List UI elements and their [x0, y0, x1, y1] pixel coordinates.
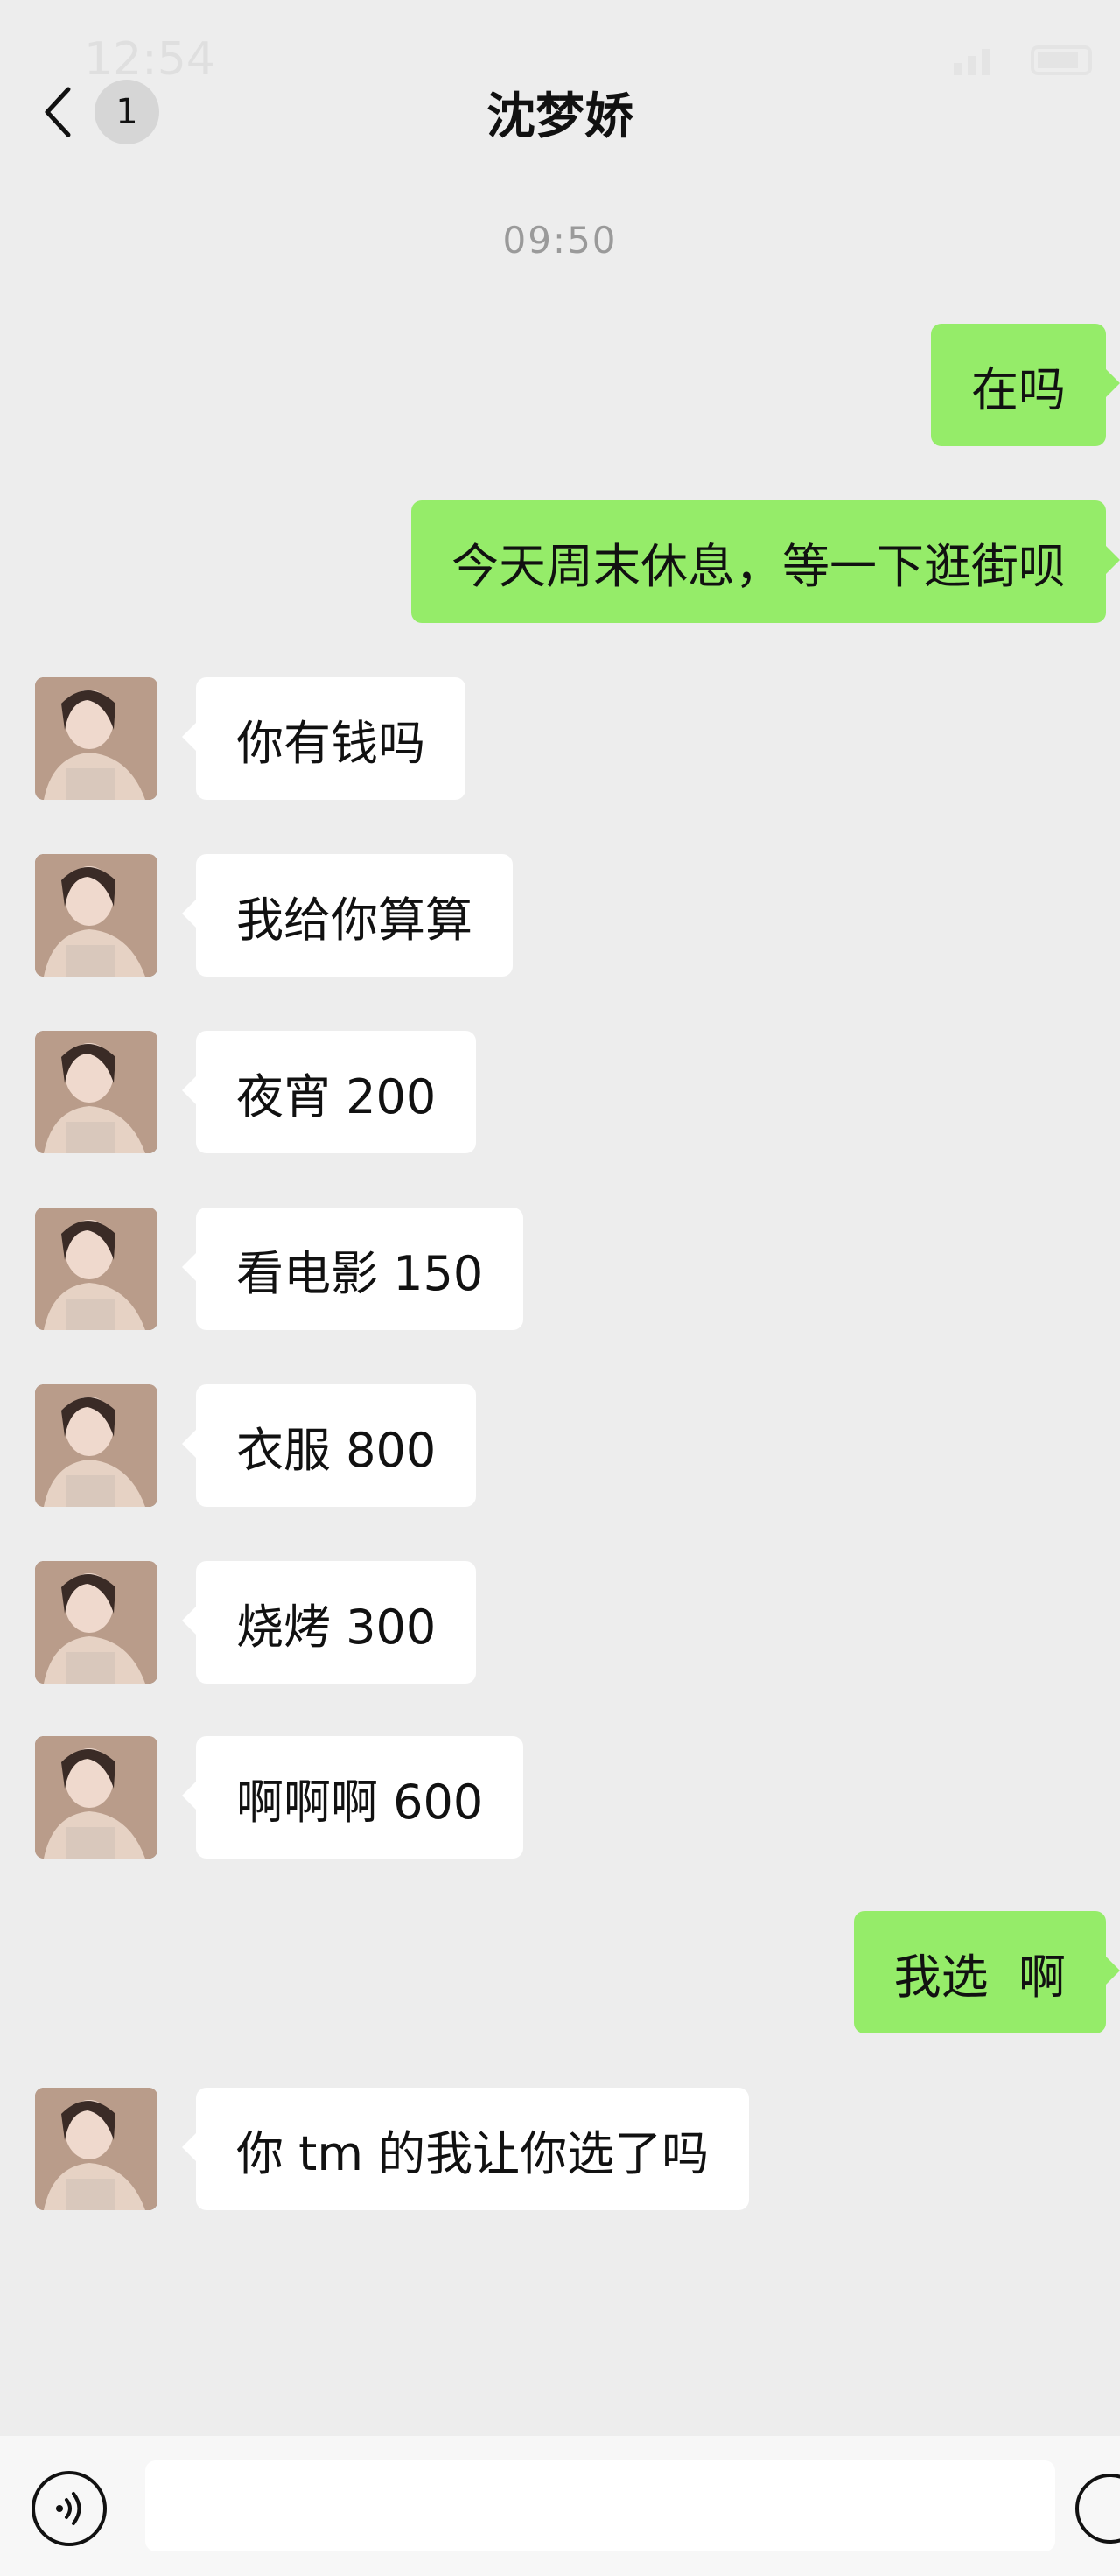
received-message-bubble[interactable]: 烧烤 300 [181, 1561, 477, 1684]
avatar-image [35, 1208, 158, 1330]
message-text: 你 tm 的我让你选了吗 [236, 2125, 710, 2181]
back-button[interactable]: 1 [35, 72, 175, 152]
chat-title: 沈梦娇 [486, 88, 634, 145]
message-text: 我选 啊 [893, 1949, 1066, 2005]
message-text: 今天周末休息，等一下逛街呗 [452, 538, 1066, 594]
emoji-button[interactable] [1073, 2471, 1120, 2546]
contact-avatar[interactable] [35, 677, 158, 800]
contact-avatar[interactable] [35, 1736, 158, 1858]
contact-avatar[interactable] [35, 1561, 158, 1684]
status-icons [954, 46, 1092, 75]
message-input[interactable] [145, 2460, 1055, 2552]
message-text: 在吗 [971, 361, 1066, 417]
contact-avatar[interactable] [35, 1031, 158, 1153]
message-text: 烧烤 300 [236, 1599, 437, 1655]
voice-icon [56, 2492, 81, 2525]
message-timestamp: 09:50 [502, 219, 618, 262]
avatar-image [35, 677, 158, 800]
sent-message-bubble[interactable]: 在吗 [931, 324, 1120, 446]
received-message-bubble[interactable]: 啊啊啊 600 [181, 1736, 524, 1858]
received-message-bubble[interactable]: 夜宵 200 [181, 1031, 477, 1153]
message-text: 我给你算算 [236, 892, 472, 948]
received-message-bubble[interactable]: 我给你算算 [182, 854, 513, 976]
message-text: 夜宵 200 [236, 1068, 437, 1124]
avatar-image [35, 1736, 158, 1858]
received-message-bubble[interactable]: 看电影 150 [181, 1208, 524, 1330]
message-text: 衣服 800 [236, 1422, 437, 1478]
contact-avatar[interactable] [35, 1384, 158, 1507]
received-message-bubble[interactable]: 衣服 800 [181, 1384, 477, 1507]
sent-message-bubble[interactable]: 今天周末休息，等一下逛街呗 [411, 500, 1120, 623]
chat-header: 12:54 1 沈梦娇 [0, 0, 1120, 201]
back-chevron-icon [35, 81, 79, 143]
contact-avatar[interactable] [35, 854, 158, 976]
message-text: 看电影 150 [236, 1245, 484, 1301]
contact-avatar[interactable] [35, 1208, 158, 1330]
message-input-bar [0, 2436, 1120, 2576]
avatar-image [35, 854, 158, 976]
contact-avatar[interactable] [35, 2088, 158, 2210]
voice-input-button[interactable] [32, 2471, 107, 2546]
message-text: 你有钱吗 [236, 715, 425, 771]
received-message-bubble[interactable]: 你 tm 的我让你选了吗 [181, 2088, 750, 2210]
emoji-icon [1075, 2474, 1120, 2544]
chat-screen: 12:54 1 沈梦娇 09:50 在吗 今天周末休息，等一下逛街呗 你有钱吗 … [0, 0, 1120, 2576]
unread-count-badge: 1 [94, 80, 159, 144]
message-text: 啊啊啊 600 [236, 1774, 484, 1830]
avatar-image [35, 1384, 158, 1507]
avatar-image [35, 1031, 158, 1153]
sent-message-bubble[interactable]: 我选 啊 [853, 1911, 1120, 2034]
avatar-image [35, 1561, 158, 1684]
avatar-image [35, 2088, 158, 2210]
received-message-bubble[interactable]: 你有钱吗 [182, 677, 466, 800]
